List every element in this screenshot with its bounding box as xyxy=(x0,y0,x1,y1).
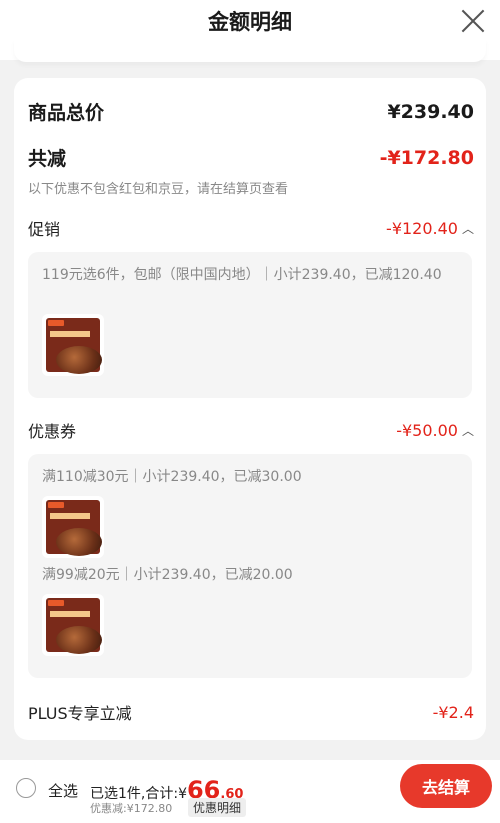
select-all-label[interactable]: 全选 xyxy=(48,780,78,801)
previous-card-edge xyxy=(14,38,486,62)
amount-detail-sheet: 金额明细 商品总价 ¥239.40 共减 -¥172.80 以下优惠不包含红包和… xyxy=(0,0,500,760)
coupon-detail: 满110减30元｜小计239.40，已减30.00 满99减20元｜小计239.… xyxy=(28,454,472,678)
total-label: 商品总价 xyxy=(28,102,105,124)
promotion-value: -¥120.40 xyxy=(386,218,458,238)
discount-detail-button[interactable]: 优惠明细 xyxy=(188,798,247,817)
select-all-checkbox[interactable] xyxy=(16,778,36,798)
promotion-detail: 119元选6件，包邮（限中国内地）｜小计239.40，已减120.40 xyxy=(28,252,472,398)
reduce-value: -¥172.80 xyxy=(379,146,474,169)
reduce-row: 共减 -¥172.80 xyxy=(28,144,474,171)
promotion-value-wrap: -¥120.40 ︿ xyxy=(386,219,474,238)
coupon-row[interactable]: 优惠券 -¥50.00 ︿ xyxy=(28,418,474,442)
reduce-label: 共减 xyxy=(28,148,67,170)
discount-note: 以下优惠不包含红包和京豆，请在结算页查看 xyxy=(28,182,289,197)
chevron-up-icon[interactable]: ︿ xyxy=(462,422,474,439)
promotion-label: 促销 xyxy=(28,220,61,239)
product-thumbnail xyxy=(42,314,104,376)
total-value: ¥239.40 xyxy=(387,100,474,123)
plus-value: -¥2.4 xyxy=(432,702,474,722)
coupon-label: 优惠券 xyxy=(28,422,77,441)
coupon-rule-text-2: 满99减20元｜小计239.40，已减20.00 xyxy=(42,567,293,583)
chevron-up-icon[interactable]: ︿ xyxy=(462,220,474,237)
total-row: 商品总价 ¥239.40 xyxy=(28,98,474,125)
checkout-button[interactable]: 去结算 xyxy=(400,764,492,808)
promotion-rule-text: 119元选6件，包邮（限中国内地）｜小计239.40，已减120.40 xyxy=(42,267,442,283)
promotion-row[interactable]: 促销 -¥120.40 ︿ xyxy=(28,216,474,240)
coupon-value-wrap: -¥50.00 ︿ xyxy=(396,421,474,440)
coupon-value: -¥50.00 xyxy=(396,420,458,440)
close-icon[interactable] xyxy=(460,8,486,34)
sheet-title: 金额明细 xyxy=(208,10,292,34)
checkout-bar: 全选 已选1件,合计:¥66.60 优惠减:¥172.80 优惠明细 去结算 xyxy=(0,760,500,823)
coupon-rule-text-1: 满110减30元｜小计239.40，已减30.00 xyxy=(42,469,302,485)
product-thumbnail xyxy=(42,496,104,558)
plus-row: PLUS专享立减 -¥2.4 xyxy=(28,700,474,724)
plus-label: PLUS专享立减 xyxy=(28,704,132,723)
amount-card: 商品总价 ¥239.40 共减 -¥172.80 以下优惠不包含红包和京豆，请在… xyxy=(14,78,486,740)
discount-summary: 优惠减:¥172.80 xyxy=(90,802,173,815)
product-thumbnail xyxy=(42,594,104,656)
